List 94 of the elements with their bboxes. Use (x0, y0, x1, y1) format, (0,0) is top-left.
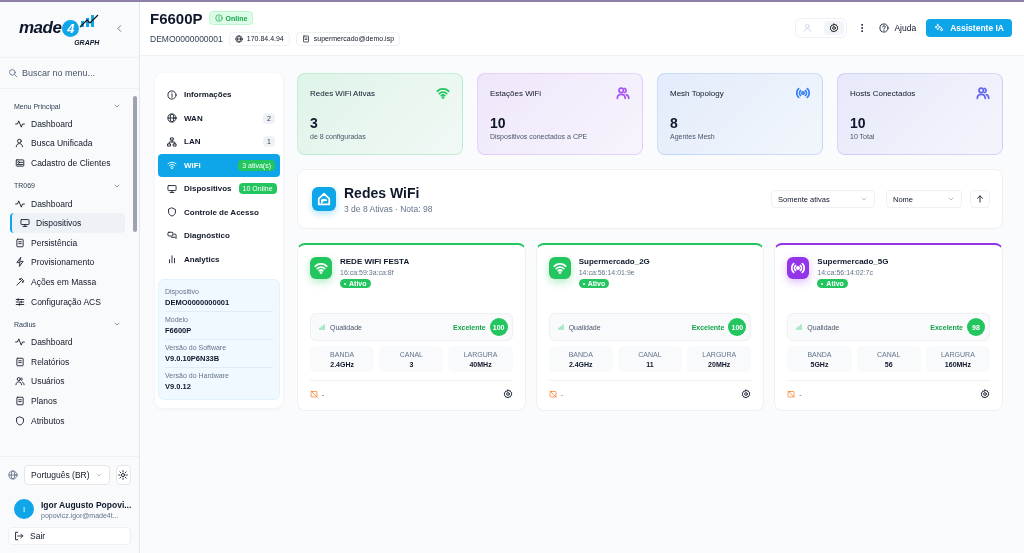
shield-icon (167, 207, 177, 218)
crossed-box-icon (787, 390, 796, 398)
sidebar-item[interactable]: Busca Unificada (10, 133, 125, 154)
chevron-down-icon (860, 195, 868, 203)
stat-title: Estações WiFi (490, 88, 542, 98)
arrow-up-icon (975, 194, 985, 204)
sparkle-icon (934, 22, 945, 33)
signal-icon (318, 323, 326, 331)
search-field[interactable]: Buscar no menu... (22, 68, 122, 78)
logout-icon (14, 531, 24, 541)
settings-icon (980, 389, 990, 399)
document-icon (15, 395, 25, 406)
nav-tab[interactable]: Informações (158, 83, 280, 107)
monitor-icon (167, 183, 177, 194)
stat-title: Mesh Topology (670, 88, 724, 98)
user-icon (15, 138, 25, 149)
language-select[interactable]: Português (BR) (24, 465, 110, 485)
bar-chart-icon (167, 254, 177, 265)
info-icon (214, 14, 223, 22)
sidebar-item[interactable]: Usuários (10, 371, 125, 392)
settings-button[interactable] (980, 389, 990, 399)
sidebar-item[interactable]: Atributos (10, 410, 125, 431)
search-icon (8, 68, 18, 78)
section-subtitle: 3 de 8 Ativas · Nota: 98 (344, 203, 434, 214)
stat-value: 10 (490, 115, 507, 131)
sidebar-item[interactable]: Dashboard (10, 332, 125, 352)
sidebar-item[interactable]: Provisionamento (10, 252, 125, 273)
stat-title: Redes WiFi Ativas (310, 88, 375, 98)
chat-icon (167, 230, 177, 241)
sidebar-item[interactable]: Persistência (10, 232, 125, 253)
logout-button[interactable]: Sair (8, 527, 131, 545)
network-name: Supermercado_2G (578, 257, 650, 266)
sidebar-item[interactable]: Relatórios (10, 351, 125, 372)
id-card-icon (15, 158, 25, 168)
section-title: Redes WiFi (344, 184, 421, 201)
user-name: Igor Augusto Popovi... (41, 499, 132, 510)
crossed-box-icon (548, 390, 557, 398)
nav-tab[interactable]: Controle de Acesso (158, 200, 280, 224)
chevron-left-icon (115, 23, 124, 33)
settings-button[interactable] (502, 389, 513, 399)
globe-icon (234, 34, 243, 43)
shield-icon (15, 415, 25, 426)
theme-toggle[interactable] (115, 465, 131, 485)
network-icon (167, 136, 177, 147)
crossed-box-icon (310, 390, 318, 398)
help-button[interactable]: Ajuda (877, 18, 919, 37)
nav-tab[interactable]: Diagnóstico (158, 224, 280, 248)
avatar: I (14, 499, 34, 519)
pulse-icon (15, 118, 25, 129)
globe-icon (8, 470, 18, 480)
help-icon (879, 22, 890, 33)
pulse-icon (15, 198, 25, 209)
scrollbar[interactable] (133, 96, 137, 232)
stat-value: 8 (670, 115, 679, 131)
signal-icon (795, 323, 804, 331)
sun-icon (118, 470, 129, 480)
settings-icon (741, 389, 752, 399)
house-icon (317, 192, 331, 206)
stat-value: 10 (850, 115, 867, 131)
tool-icon (15, 276, 25, 287)
signal-icon (556, 323, 565, 331)
document-icon (301, 34, 310, 43)
chevron-down-icon (947, 195, 955, 203)
sort-direction-button[interactable] (970, 190, 990, 208)
sidebar-item[interactable]: Dashboard (10, 193, 125, 214)
device-title: F6600P (150, 9, 203, 27)
users-icon (15, 376, 25, 387)
settings-button[interactable] (824, 20, 845, 35)
wifi-icon (167, 160, 177, 171)
sliders-icon (15, 296, 25, 307)
network-name: Supermercado_5G (817, 257, 889, 266)
user-icon (803, 22, 814, 33)
sidebar-item[interactable]: Dashboard (10, 114, 125, 134)
settings-icon (829, 22, 840, 33)
nav-tab[interactable]: Analytics (158, 247, 280, 271)
lightning-icon (15, 257, 25, 268)
document-icon (15, 356, 25, 367)
sidebar-item[interactable]: Planos (10, 391, 125, 411)
network-name: REDE WIFI FESTA (340, 257, 410, 266)
stat-value: 3 (310, 115, 319, 131)
sidebar-item[interactable]: Configuração ACS (10, 291, 125, 312)
serial-number: DEMO0000000001 (150, 33, 223, 44)
document-icon (15, 237, 25, 248)
info-icon (167, 89, 177, 100)
stat-title: Hosts Conectados (850, 88, 916, 98)
chevron-down-icon (94, 471, 103, 479)
sidebar-item[interactable]: Cadastro de Clientes (10, 153, 125, 173)
sidebar-item[interactable]: Dispositivos (10, 213, 125, 233)
settings-icon (502, 389, 513, 399)
monitor-icon (20, 218, 30, 229)
globe-icon (167, 113, 177, 124)
sidebar-item[interactable]: Ações em Massa (10, 272, 125, 292)
settings-button[interactable] (741, 389, 752, 399)
pulse-icon (15, 337, 25, 348)
